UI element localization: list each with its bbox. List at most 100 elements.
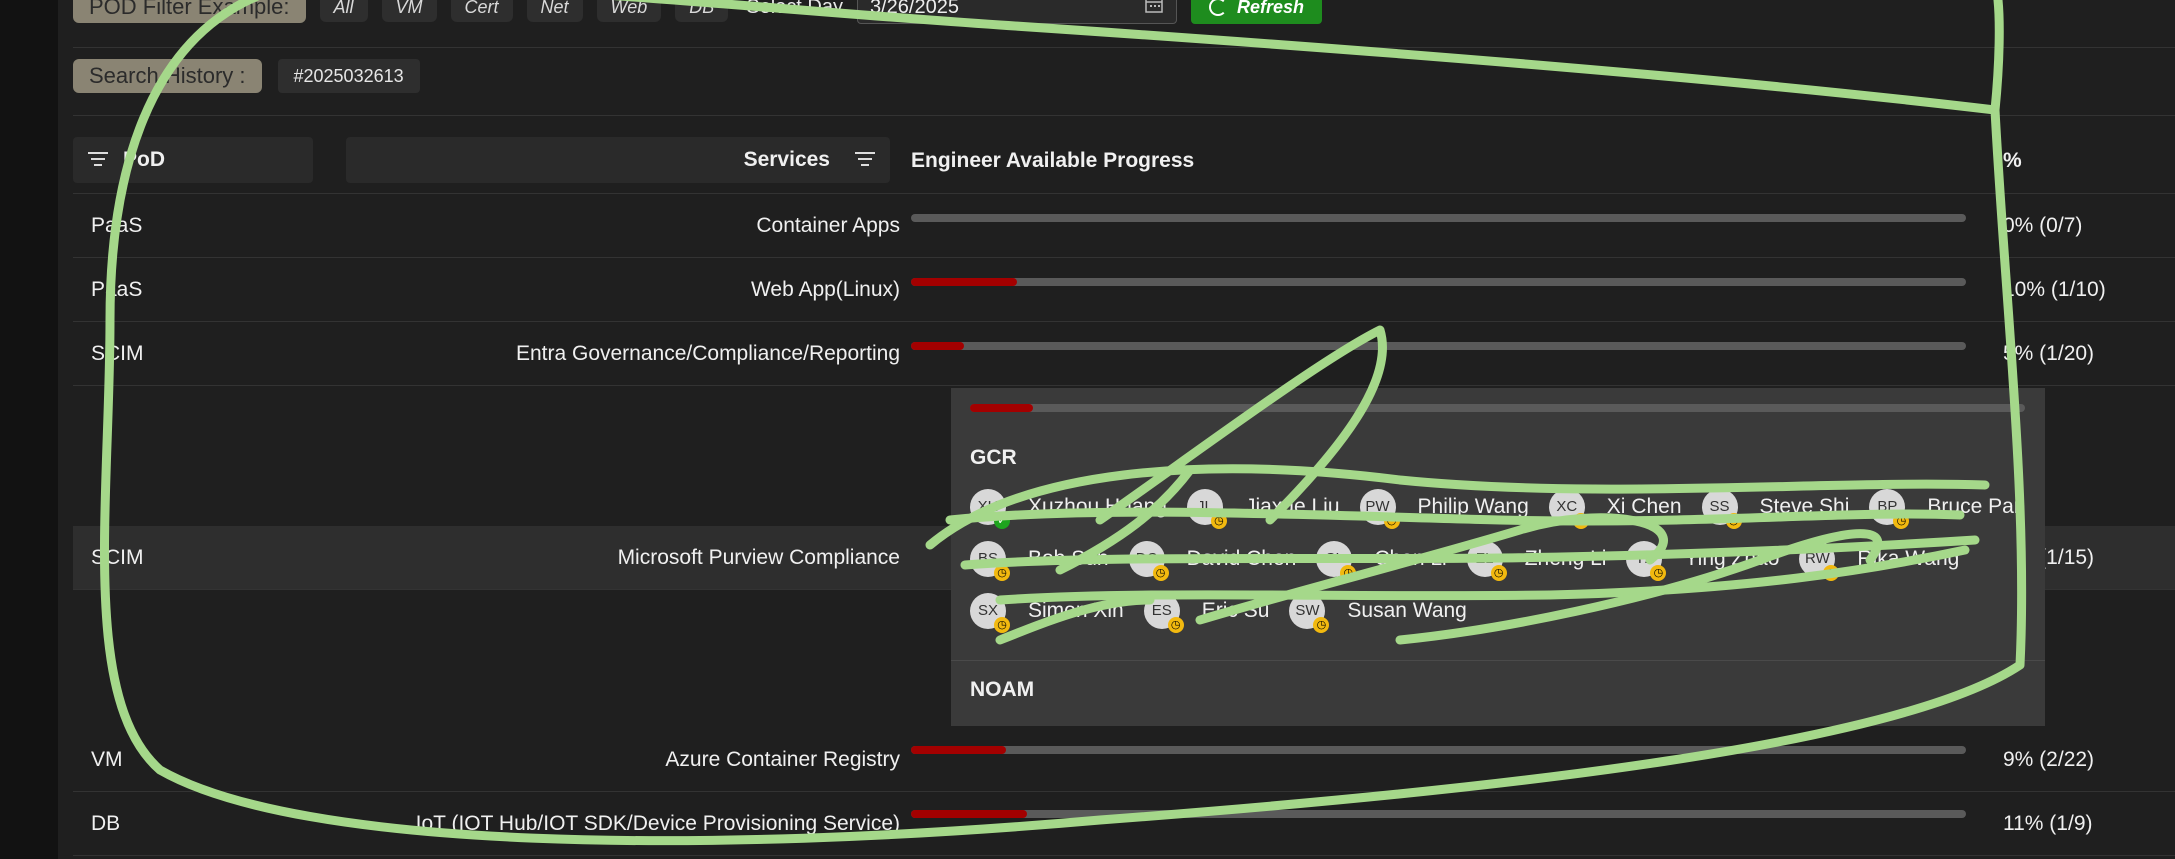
table-row[interactable]: SCIM Entra Governance/Compliance/Reporti… xyxy=(73,322,2175,386)
row-pod: SCIM xyxy=(91,545,144,569)
group-title-noam: NOAM xyxy=(970,678,1035,701)
row-percent: 0% (0/7) xyxy=(2003,213,2083,237)
table-row[interactable]: PaaS Container Apps 0% (0/7) xyxy=(73,194,2175,258)
engineer-entry[interactable]: RW ◷ Rika Wang xyxy=(1799,541,1960,581)
row-service: Microsoft Purview Compliance xyxy=(617,545,900,569)
pod-filter-chip-net[interactable]: Net xyxy=(526,0,583,22)
avatar: RW ◷ xyxy=(1799,541,1840,581)
avatar: XH ✓ xyxy=(970,489,1010,529)
refresh-button[interactable]: Refresh xyxy=(1190,0,1322,24)
avatar-initials: XC xyxy=(1556,498,1578,515)
divider xyxy=(951,660,2045,661)
pod-filter-chip-web[interactable]: Web xyxy=(596,0,662,22)
progress-bar xyxy=(911,746,1966,754)
avatar-initials: JL xyxy=(1197,498,1213,515)
date-picker-input[interactable]: 3/26/2025 xyxy=(856,0,1177,24)
row-percent: 11% (1/9) xyxy=(2003,811,2093,835)
engineer-entry[interactable]: XH ✓ Xuzhou Huang xyxy=(970,489,1167,529)
engineer-name: Simon Xin xyxy=(1028,599,1124,622)
divider xyxy=(73,47,2175,48)
engineer-entry[interactable]: ES ◷ Eric Su xyxy=(1143,593,1270,633)
avatar: BS ◷ xyxy=(970,541,1010,581)
row-service: Container Apps xyxy=(756,213,900,237)
away-clock-icon: ◷ xyxy=(1383,513,1400,529)
table-row[interactable]: PaaS Web App(Linux) 10% (1/10) xyxy=(73,258,2175,322)
filter-icon[interactable] xyxy=(87,152,109,168)
engineer-entry[interactable]: SS ◷ Steve Shi xyxy=(1701,489,1849,529)
engineer-name: Eric Su xyxy=(1201,599,1270,622)
pod-filter-chip-vm[interactable]: VM xyxy=(381,0,437,22)
avatar-initials: ES xyxy=(1151,602,1172,619)
engineer-entry[interactable]: SX ◷ Simon Xin xyxy=(970,593,1124,633)
avatar-initials: RW xyxy=(1805,550,1830,567)
engineer-name: David Chen xyxy=(1186,547,1297,570)
engineer-line: XH ✓ Xuzhou Huang JL ◷ Jiaxue Liu PW ◷ Philip Wa… xyxy=(970,489,2045,529)
engineer-entry[interactable]: ZL ◷ Zheng Li xyxy=(1466,541,1607,581)
engineer-name: Susan Wang xyxy=(1347,599,1467,622)
away-clock-icon: ◷ xyxy=(1340,565,1357,581)
pod-filter-row: POD Filter Example: All VM Cert Net Web … xyxy=(73,0,1322,26)
engineer-entry[interactable]: DC ◷ David Chen xyxy=(1128,541,1297,581)
avatar: ES ◷ xyxy=(1143,593,1184,633)
services-column-header: Services xyxy=(346,137,890,183)
divider xyxy=(73,115,2175,116)
row-pod: DB xyxy=(91,811,121,835)
refresh-icon xyxy=(1208,0,1227,16)
engineer-line: SX ◷ Simon Xin ES ◷ Eric Su SW ◷ Susan Wang xyxy=(970,593,1487,633)
table-row[interactable]: DB IoT (IOT Hub/IOT SDK/Device Provision… xyxy=(73,792,2175,856)
avatar-initials: PW xyxy=(1365,498,1390,515)
away-clock-icon: ◷ xyxy=(1490,565,1507,581)
away-clock-icon: ◷ xyxy=(1210,513,1227,529)
row-service: Azure Container Registry xyxy=(665,747,900,771)
engineer-entry[interactable]: BP ◷ Bruce Pan xyxy=(1869,489,2025,529)
away-clock-icon: ◷ xyxy=(994,565,1010,581)
row-service: Web App(Linux) xyxy=(750,277,900,301)
pod-filter-chip-all[interactable]: All xyxy=(319,0,368,22)
engineer-name: Xi Chen xyxy=(1606,495,1682,518)
pod-filter-chip-cert[interactable]: Cert xyxy=(450,0,513,22)
away-clock-icon: ◷ xyxy=(1823,565,1840,581)
left-sidebar xyxy=(0,0,58,859)
engineer-entry[interactable]: BS ◷ Bob Sun xyxy=(970,541,1109,581)
row-percent: 9% (2/22) xyxy=(2003,747,2095,771)
engineer-name: Xuzhou Huang xyxy=(1028,495,1167,518)
available-check-icon: ✓ xyxy=(994,513,1010,529)
progress-fill xyxy=(911,746,1006,754)
progress-fill xyxy=(970,404,1034,412)
engineer-name: Bob Sun xyxy=(1028,547,1109,570)
select-day-label: Select Day xyxy=(746,0,843,18)
search-history-chip[interactable]: #2025032613 xyxy=(277,59,420,93)
refresh-label: Refresh xyxy=(1236,0,1304,17)
engineer-entry[interactable]: SW ◷ Susan Wang xyxy=(1289,593,1467,633)
row-pod: SCIM xyxy=(91,341,144,365)
engineer-line: BS ◷ Bob Sun DC ◷ David Chen CL ◷ Chen Li ZL ◷ Zhen… xyxy=(970,541,1979,581)
engineer-entry[interactable]: JL ◷ Jiaxue Liu xyxy=(1186,489,1340,529)
row-service: IoT (IOT Hub/IOT SDK/Device Provisioning… xyxy=(415,811,900,835)
away-clock-icon: ◷ xyxy=(1725,513,1742,529)
avatar-initials: SX xyxy=(977,602,998,619)
away-clock-icon: ◷ xyxy=(1572,513,1589,529)
engineer-name: Rika Wang xyxy=(1857,547,1960,570)
table-row[interactable]: VM Azure Container Registry 9% (2/22) xyxy=(73,728,2175,792)
avatar: SS ◷ xyxy=(1701,489,1742,529)
row-pod: PaaS xyxy=(91,277,143,301)
engineer-name: Zheng Li xyxy=(1524,547,1607,570)
progress-fill xyxy=(911,342,964,350)
pod-filter-chip-db[interactable]: DB xyxy=(675,0,729,22)
away-clock-icon: ◷ xyxy=(994,617,1010,633)
away-clock-icon: ◷ xyxy=(1650,565,1667,581)
avatar: XC ◷ xyxy=(1548,489,1589,529)
avatar-initials: DC xyxy=(1135,550,1158,567)
engineer-entry[interactable]: YZ ◷ Ying Zhao xyxy=(1626,541,1779,581)
filter-icon[interactable] xyxy=(854,152,876,168)
search-history-row: Search History : #2025032613 xyxy=(73,59,420,93)
engineer-entry[interactable]: PW ◷ Philip Wang xyxy=(1359,489,1529,529)
avatar: PW ◷ xyxy=(1359,489,1400,529)
engineer-entry[interactable]: XC ◷ Xi Chen xyxy=(1548,489,1682,529)
engineer-name: Jiaxue Liu xyxy=(1244,495,1340,518)
progress-bar xyxy=(911,342,1966,350)
calendar-icon[interactable] xyxy=(1144,0,1164,20)
engineer-entry[interactable]: CL ◷ Chen Li xyxy=(1316,541,1447,581)
avatar: ZL ◷ xyxy=(1466,541,1507,581)
pod-column-header: PoD xyxy=(73,137,313,183)
